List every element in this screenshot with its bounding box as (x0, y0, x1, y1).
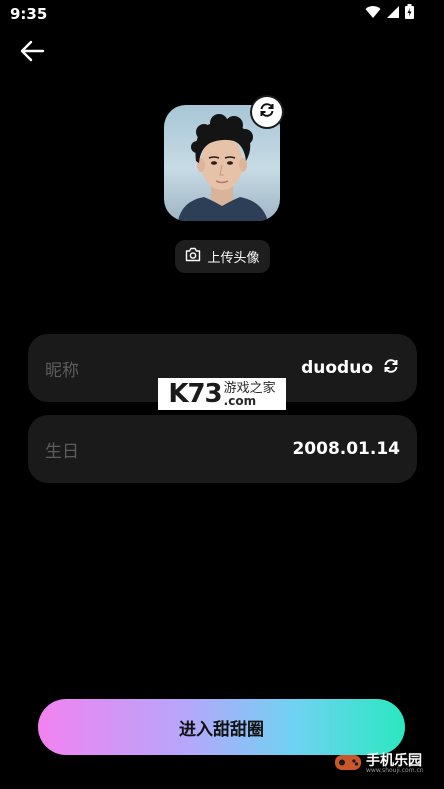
nickname-value-group: duoduo (301, 357, 400, 380)
camera-icon (185, 247, 201, 266)
watermark-cn: 游戏之家 (223, 380, 276, 396)
nickname-value: duoduo (301, 358, 373, 378)
battery-icon (405, 3, 414, 23)
signal-icon (386, 4, 400, 23)
refresh-icon[interactable] (382, 357, 400, 380)
watermark-right: 游戏之家 .com (224, 382, 276, 407)
watermark-domain: .com (223, 393, 257, 408)
birthday-value: 2008.01.14 (292, 439, 400, 459)
upload-avatar-button[interactable]: 上传头像 (175, 240, 270, 273)
upload-avatar-label: 上传头像 (207, 251, 260, 266)
watermark-logo: K73 游戏之家 .com (158, 378, 286, 410)
enter-button[interactable]: 进入甜甜圈 (38, 699, 405, 755)
watermark-main: K73 (168, 379, 222, 409)
refresh-icon (258, 101, 276, 123)
back-button[interactable] (16, 38, 48, 68)
birthday-label: 生日 (45, 441, 79, 462)
status-icons (365, 3, 414, 23)
status-bar: 9:35 (0, 0, 444, 28)
birthday-field[interactable]: 生日 2008.01.14 (28, 415, 417, 483)
corner-logo-url: www.shouji.com.cn (366, 767, 424, 774)
nickname-label: 昵称 (45, 360, 79, 381)
back-arrow-icon (19, 40, 45, 66)
status-time: 9:35 (10, 5, 48, 23)
avatar-refresh-button[interactable] (252, 97, 282, 127)
enter-button-label: 进入甜甜圈 (179, 719, 264, 740)
corner-logo-text: 手机乐园 www.shouji.com.cn (366, 754, 424, 774)
gamepad-icon (334, 751, 362, 777)
corner-logo-cn: 手机乐园 (366, 753, 422, 769)
wifi-icon (365, 4, 381, 23)
avatar-container[interactable] (164, 97, 282, 221)
corner-logo: 手机乐园 www.shouji.com.cn (334, 748, 434, 780)
